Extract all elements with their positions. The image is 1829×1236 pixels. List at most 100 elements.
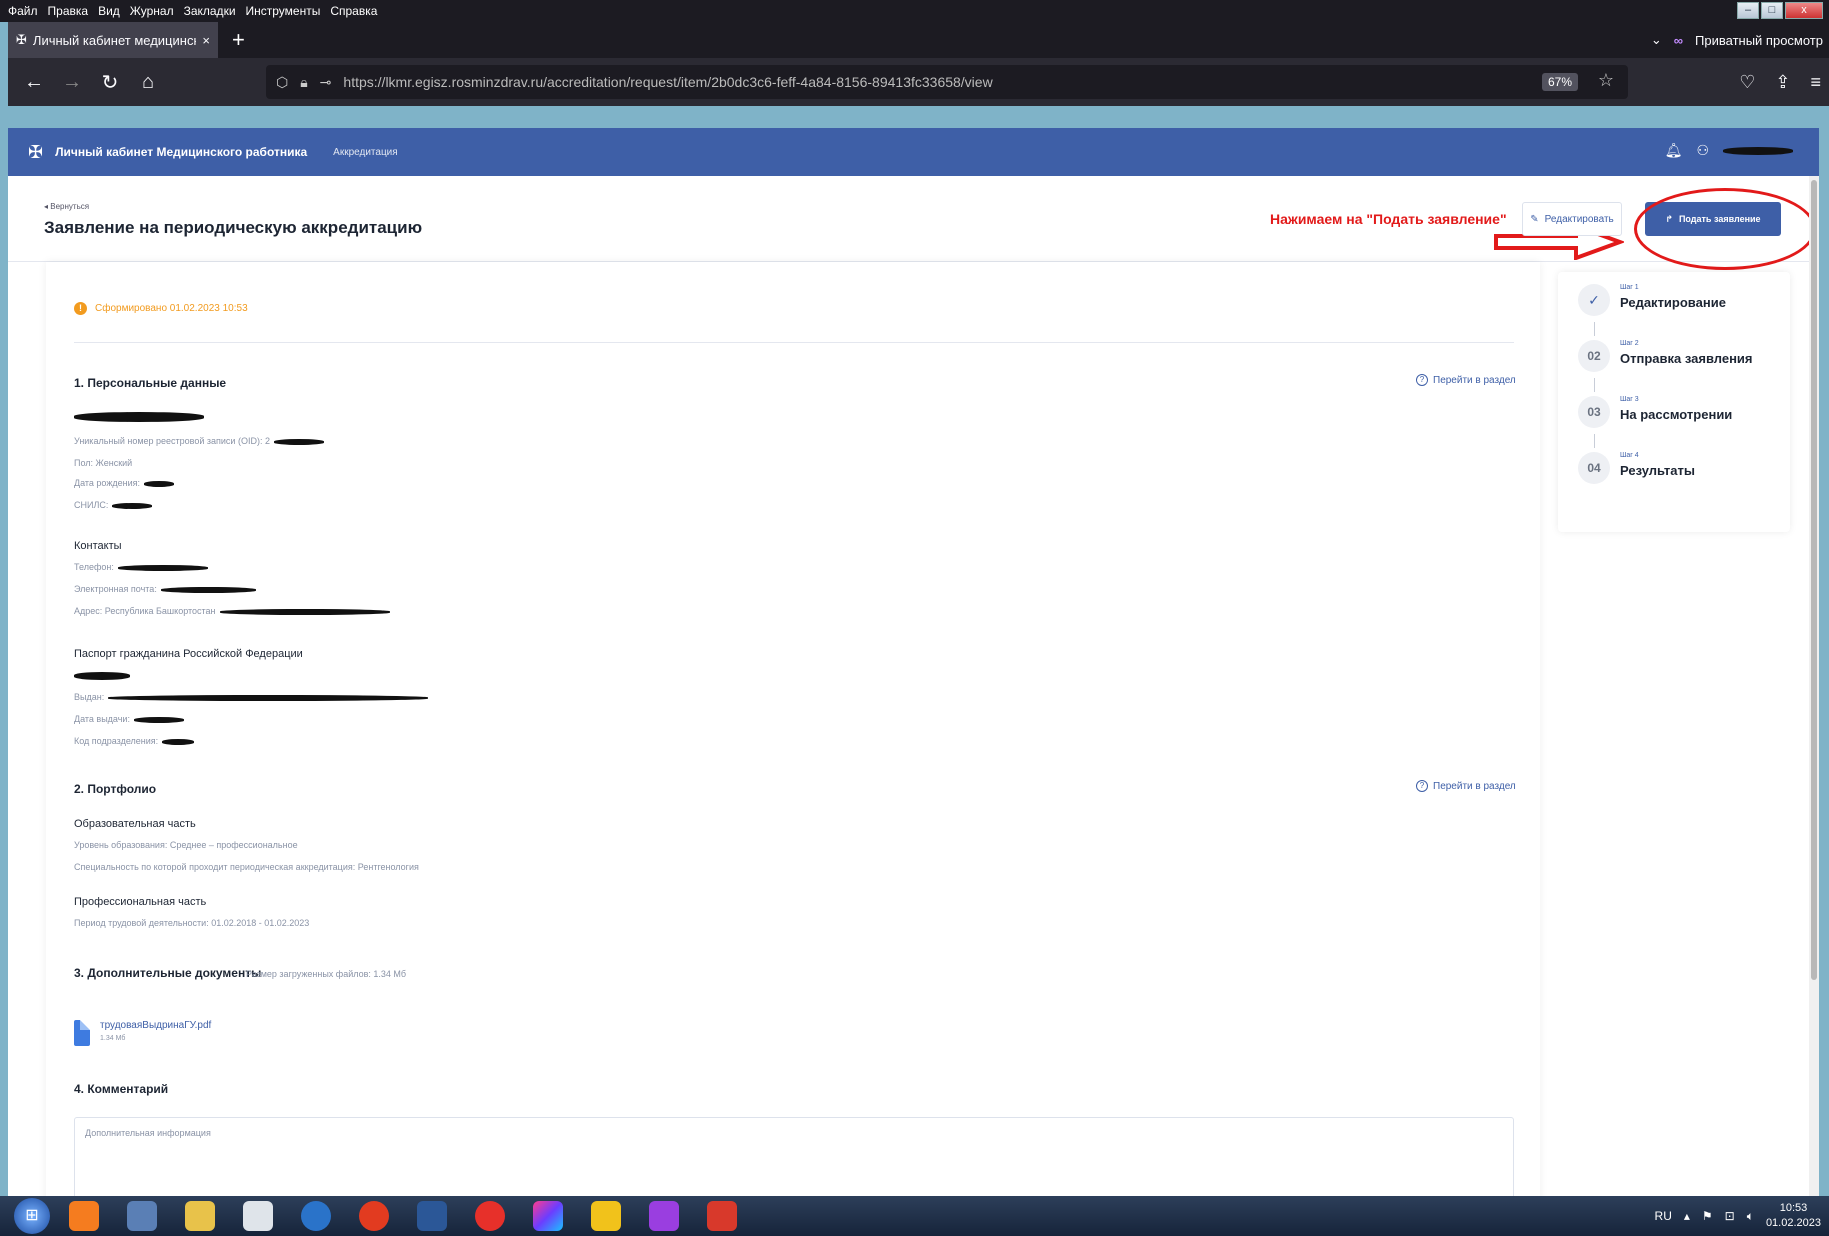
taskbar: ⊞ RU ▴ ⚑ ⊡ 🔈︎ 10:53 01.02.2023 xyxy=(0,1196,1829,1236)
shield-icon[interactable]: ⬡ xyxy=(276,74,288,91)
taskbar-app[interactable] xyxy=(698,1197,746,1235)
step-2: 02 Шаг 2 Отправка заявления xyxy=(1578,340,1753,372)
back-label: Вернуться xyxy=(50,202,90,211)
menu-history[interactable]: Журнал xyxy=(130,4,174,18)
taskbar-app[interactable] xyxy=(292,1197,340,1235)
oid-field: Уникальный номер реестровой записи (OID)… xyxy=(74,436,324,446)
calculator-icon xyxy=(127,1201,157,1231)
url-text[interactable]: https://lkmr.egisz.rosminzdrav.ru/accred… xyxy=(343,74,992,90)
redacted-value xyxy=(219,608,390,615)
tab-active[interactable]: ✠ Личный кабинет медицинског × xyxy=(8,22,218,58)
step-badge: 02 xyxy=(1578,340,1610,372)
info-icon: ! xyxy=(74,302,87,315)
comment-textarea[interactable]: Дополнительная информация xyxy=(74,1117,1514,1196)
reload-icon[interactable]: ↻ xyxy=(98,70,122,95)
menu-file[interactable]: Файл xyxy=(8,4,38,18)
app-header: ✠ Личный кабинет Медицинского работника … xyxy=(8,128,1819,176)
url-bar[interactable]: ⬡ 🔒︎ ⊸ https://lkmr.egisz.rosminzdrav.ru… xyxy=(266,65,1628,99)
step-connector xyxy=(1594,322,1595,336)
list-all-tabs-icon[interactable]: ⌄ xyxy=(1651,32,1662,48)
menu-help[interactable]: Справка xyxy=(330,4,377,18)
tray-expand-icon[interactable]: ▴ xyxy=(1684,1209,1690,1223)
menu-bar: Файл Правка Вид Журнал Закладки Инструме… xyxy=(0,0,1829,22)
menu-bookmarks[interactable]: Закладки xyxy=(184,4,236,18)
phone-label: Телефон: xyxy=(74,562,114,572)
step-number: Шаг 4 xyxy=(1620,452,1639,459)
clock-date: 01.02.2023 xyxy=(1765,1217,1821,1229)
network-icon[interactable]: ⊡ xyxy=(1725,1209,1735,1223)
education-title: Образовательная часть xyxy=(74,818,196,830)
new-tab-button[interactable]: + xyxy=(232,29,245,51)
application-card: ! Сформировано 01.02.2023 10:53 1. Персо… xyxy=(46,262,1540,1196)
tab-close-icon[interactable]: × xyxy=(202,33,210,48)
address-field: Адрес: Республика Башкортостан xyxy=(74,606,390,616)
maximize-button[interactable]: □ xyxy=(1761,2,1783,19)
forward-icon[interactable]: → xyxy=(60,71,84,94)
lock-icon[interactable]: 🔒︎ xyxy=(300,74,307,91)
menu-edit[interactable]: Правка xyxy=(48,4,89,18)
taskbar-app[interactable] xyxy=(408,1197,456,1235)
goto-portfolio-link[interactable]: ? Перейти в раздел xyxy=(1416,780,1516,792)
taskbar-app[interactable] xyxy=(118,1197,166,1235)
division-code-field: Код подразделения: xyxy=(74,736,195,746)
language-indicator[interactable]: RU xyxy=(1655,1209,1672,1223)
gender-field: Пол: Женский xyxy=(74,458,133,468)
work-period: Период трудовой деятельности: 01.02.2018… xyxy=(74,918,310,928)
redacted-value xyxy=(112,502,153,509)
taskbar-app[interactable] xyxy=(350,1197,398,1235)
yandex-icon xyxy=(359,1201,389,1231)
zoom-level[interactable]: 67% xyxy=(1541,73,1578,91)
key-icon[interactable]: ⊸ xyxy=(320,74,332,91)
consultant-icon xyxy=(301,1201,331,1231)
app-name[interactable]: Личный кабинет Медицинского работника xyxy=(55,145,307,159)
redacted-value xyxy=(162,738,195,745)
pencil-icon: ✎ xyxy=(1530,213,1539,225)
start-button[interactable]: ⊞ xyxy=(14,1198,50,1234)
flag-icon[interactable]: ⚑ xyxy=(1702,1209,1713,1223)
private-browsing-label: Приватный просмотр xyxy=(1695,32,1823,48)
bookmark-star-icon[interactable]: ☆ xyxy=(1598,70,1614,91)
step-1: ✓ Шаг 1 Редактирование xyxy=(1578,284,1726,316)
clock[interactable]: 10:53 01.02.2023 xyxy=(1766,1201,1821,1231)
step-title: Редактирование xyxy=(1620,295,1726,310)
file-name[interactable]: трудоваяВыдринаГУ.pdf xyxy=(100,1020,211,1031)
pocket-icon[interactable]: ♡ xyxy=(1739,72,1755,93)
share-icon[interactable]: ⇪ xyxy=(1775,72,1790,93)
issued-by-label: Выдан: xyxy=(74,692,105,702)
minimize-button[interactable]: – xyxy=(1737,2,1759,19)
taskbar-app[interactable] xyxy=(60,1197,108,1235)
bell-icon[interactable]: 🔔︎ xyxy=(1665,142,1683,159)
taskbar-app[interactable] xyxy=(640,1197,688,1235)
close-window-button[interactable]: x xyxy=(1785,2,1823,19)
edit-button[interactable]: ✎ Редактировать xyxy=(1522,202,1622,236)
page-content: ◂ Вернуться Заявление на периодическую а… xyxy=(8,176,1819,1196)
menu-view[interactable]: Вид xyxy=(98,4,120,18)
home-icon[interactable]: ⌂ xyxy=(136,71,160,94)
redacted-value xyxy=(273,438,324,445)
volume-icon[interactable]: 🔈︎ xyxy=(1747,1209,1754,1224)
attached-file[interactable]: трудоваяВыдринаГУ.pdf 1.34 Мб xyxy=(74,1020,211,1046)
page-scrollbar[interactable] xyxy=(1809,176,1819,1196)
user-icon[interactable]: ⚇ xyxy=(1696,142,1709,159)
redacted-value xyxy=(117,564,208,571)
step-badge: 04 xyxy=(1578,452,1610,484)
window-controls: – □ x xyxy=(1737,2,1823,19)
taskbar-app[interactable] xyxy=(234,1197,282,1235)
taskbar-app[interactable] xyxy=(176,1197,224,1235)
back-link[interactable]: ◂ Вернуться xyxy=(44,202,89,211)
contacts-title: Контакты xyxy=(74,540,122,552)
divider xyxy=(74,342,1514,343)
goto-personal-link[interactable]: ? Перейти в раздел xyxy=(1416,374,1516,386)
taskbar-app[interactable] xyxy=(524,1197,572,1235)
section-comment-title: 4. Комментарий xyxy=(74,1082,169,1096)
taskbar-app[interactable] xyxy=(466,1197,514,1235)
edit-button-label: Редактировать xyxy=(1544,213,1614,225)
back-icon[interactable]: ← xyxy=(22,71,46,94)
taskbar-app[interactable] xyxy=(582,1197,630,1235)
emblem-icon: ✠ xyxy=(16,32,27,47)
step-title: На рассмотрении xyxy=(1620,407,1733,422)
menu-tools[interactable]: Инструменты xyxy=(246,4,321,18)
app-menu-icon[interactable]: ≡ xyxy=(1810,72,1821,93)
scrollbar-thumb[interactable] xyxy=(1811,180,1817,980)
section-link-accreditation[interactable]: Аккредитация xyxy=(333,147,398,158)
